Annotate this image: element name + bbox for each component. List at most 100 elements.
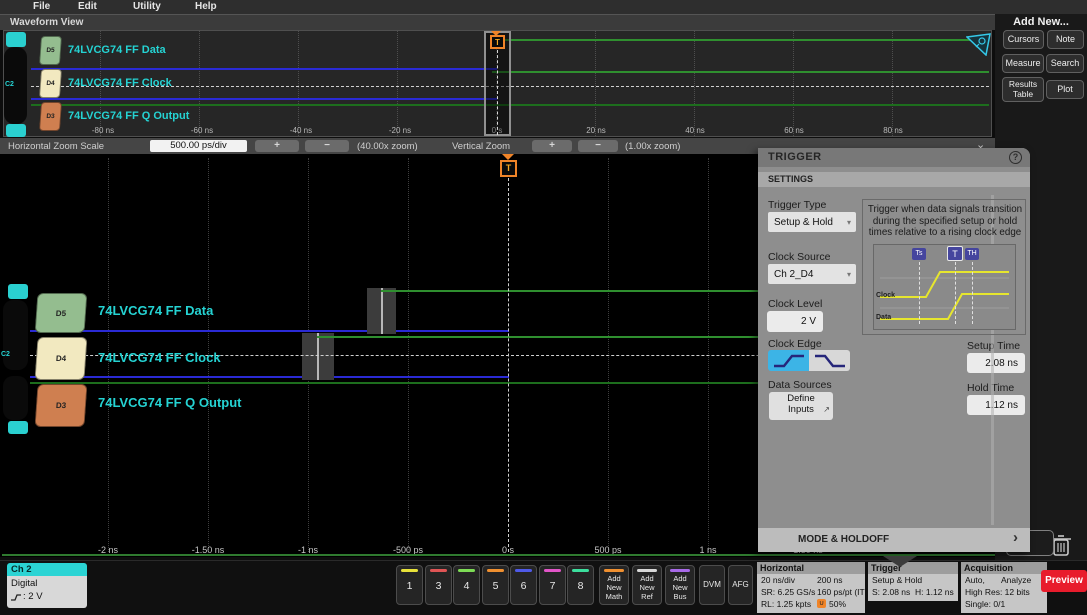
channel-2-name: Ch 2	[7, 563, 87, 576]
channel-color-stripe	[544, 569, 561, 572]
trigger-source-tag: C2	[1, 351, 10, 358]
clock-low-trace	[30, 376, 509, 378]
trigger-type-dropdown[interactable]: Setup & Hold ▾	[768, 212, 856, 232]
channel-badge-d5[interactable]: D5	[39, 36, 62, 65]
rising-edge-icon	[771, 353, 807, 369]
clock-source-label: Clock Source	[768, 251, 830, 263]
add-results-table-button[interactable]: Results Table	[1002, 77, 1044, 102]
add-new-bus-label: Add New Bus	[666, 574, 694, 601]
menu-help[interactable]: Help	[195, 1, 217, 12]
rising-edge-button[interactable]	[768, 350, 809, 371]
ts-dash-line	[919, 262, 920, 324]
setup-time-field[interactable]: 2.08 ns	[967, 353, 1025, 373]
afg-button[interactable]: AFG	[728, 565, 753, 605]
view-bottom-border	[2, 554, 1030, 556]
clock-level-field[interactable]: 2 V	[767, 311, 823, 332]
axis-tick: -60 ns	[191, 126, 213, 135]
trigger-type-value: Setup & Hold	[774, 217, 833, 228]
channel-5-button[interactable]: 5	[482, 565, 509, 605]
channel-2-badge[interactable]: Ch 2 Digital : 2 V	[7, 563, 87, 608]
channel-group-bracket[interactable]	[3, 376, 28, 420]
add-plot-button[interactable]: Plot	[1046, 80, 1084, 99]
acquisition-badge[interactable]: Auto, Analyze High Res: 12 bits Single: …	[961, 574, 1047, 613]
t-dash-line	[955, 262, 956, 324]
trigger-position-icon: ∪	[817, 599, 826, 608]
channel-4-button[interactable]: 4	[453, 565, 480, 605]
clock-level-label: Clock Level	[768, 298, 822, 310]
channel-number: 4	[454, 580, 479, 592]
channel-badge-d4[interactable]: D4	[34, 337, 87, 380]
channel-badge-d3[interactable]: D3	[39, 102, 62, 131]
v-zoom-plus-button[interactable]: +	[532, 140, 572, 152]
channel-badge-d3[interactable]: D3	[34, 384, 87, 427]
channel-group-handle[interactable]	[6, 124, 26, 137]
settings-section-header: SETTINGS	[758, 172, 1030, 187]
diagram-data-label: Data	[876, 314, 891, 321]
channel-3-button[interactable]: 3	[425, 565, 452, 605]
overview-waveform-area[interactable]: -80 ns -60 ns -40 ns -20 ns 0 s 20 ns 40…	[3, 30, 992, 137]
add-new-bus-button[interactable]: Add New Bus	[665, 565, 695, 605]
trigger-type: Setup & Hold	[872, 575, 922, 585]
channel-label-data[interactable]: 74LVCG74 FF Data	[98, 303, 213, 318]
clock-source-dropdown[interactable]: Ch 2_D4 ▾	[768, 264, 856, 284]
clock-edge-label: Clock Edge	[768, 338, 822, 350]
h-zoom-scale-label: Horizontal Zoom Scale	[8, 141, 104, 152]
axis-tick: -80 ns	[92, 126, 114, 135]
channel-color-stripe	[458, 569, 475, 572]
trigger-time-line	[508, 178, 509, 552]
dvm-button[interactable]: DVM	[699, 565, 725, 605]
settings-bar: Ch 2 Digital : 2 V 1 3 4	[0, 560, 1087, 615]
horizontal-badge[interactable]: 20 ns/div 200 ns SR: 6.25 GS/s 160 ps/pt…	[757, 574, 865, 613]
data-low-trace	[31, 68, 497, 70]
channel-7-button[interactable]: 7	[539, 565, 566, 605]
v-zoom-minus-button[interactable]: −	[578, 140, 618, 152]
channel-1-button[interactable]: 1	[396, 565, 423, 605]
h-zoom-factor: (40.00x zoom)	[357, 141, 418, 152]
channel-group-handle[interactable]	[8, 284, 28, 299]
define-inputs-button[interactable]: Define Inputs ↗	[769, 392, 833, 420]
clock-low-trace	[31, 98, 497, 100]
hold-time-field[interactable]: 1.12 ns	[967, 395, 1025, 415]
channel-8-button[interactable]: 8	[567, 565, 594, 605]
menu-edit[interactable]: Edit	[78, 1, 97, 12]
trigger-panel-title: TRIGGER	[768, 151, 822, 163]
channel-label-q[interactable]: 74LVCG74 FF Q Output	[68, 110, 189, 122]
trigger-flag-overview[interactable]: T	[490, 35, 505, 49]
channel-badge-d4[interactable]: D4	[39, 69, 62, 98]
add-new-math-button[interactable]: Add New Math	[599, 565, 629, 605]
add-measure-button[interactable]: Measure	[1002, 54, 1044, 73]
add-cursors-button[interactable]: Cursors	[1003, 30, 1044, 49]
zoom-overview-icon[interactable]	[966, 33, 991, 56]
add-search-button[interactable]: Search	[1046, 54, 1084, 73]
mode-holdoff-label: MODE & HOLDOFF	[798, 534, 889, 545]
channel-group-handle[interactable]	[6, 32, 26, 47]
channel-label-clock[interactable]: 74LVCG74 FF Clock	[68, 77, 172, 89]
trigger-panel-titlebar[interactable]: TRIGGER ?	[758, 148, 1030, 167]
v-zoom-factor: (1.00x zoom)	[625, 141, 680, 152]
h-zoom-plus-button[interactable]: +	[255, 140, 299, 152]
trigger-flag-main[interactable]: T	[500, 160, 517, 177]
mode-holdoff-bar[interactable]: MODE & HOLDOFF ›	[758, 528, 1030, 552]
oscilloscope-screen: File Edit Utility Help Waveform View -80…	[0, 0, 1087, 615]
channel-label-q[interactable]: 74LVCG74 FF Q Output	[98, 395, 242, 410]
channel-group-handle[interactable]	[8, 421, 28, 434]
channel-group-bracket[interactable]	[3, 300, 28, 370]
channel-6-button[interactable]: 6	[510, 565, 537, 605]
channel-number: 7	[540, 580, 565, 592]
add-new-ref-button[interactable]: Add New Ref	[632, 565, 662, 605]
channel-badge-d5[interactable]: D5	[35, 293, 88, 333]
h-zoom-minus-button[interactable]: −	[305, 140, 349, 152]
chevron-right-icon: ›	[1013, 529, 1018, 546]
trigger-badge[interactable]: Setup & Hold S: 2.08 ns H: 1.12 ns	[868, 574, 958, 601]
axis-tick: -20 ns	[389, 126, 411, 135]
axis-tick: 80 ns	[883, 126, 903, 135]
menu-file[interactable]: File	[33, 1, 50, 12]
add-note-button[interactable]: Note	[1047, 30, 1084, 49]
h-zoom-scale-input[interactable]: 500.00 ps/div	[150, 140, 247, 152]
channel-label-clock[interactable]: 74LVCG74 FF Clock	[98, 350, 221, 365]
channel-label-data[interactable]: 74LVCG74 FF Data	[68, 44, 166, 56]
menu-utility[interactable]: Utility	[133, 1, 161, 12]
preview-button[interactable]: Preview	[1041, 570, 1087, 592]
help-icon[interactable]: ?	[1009, 151, 1022, 164]
falling-edge-button[interactable]	[809, 350, 850, 371]
